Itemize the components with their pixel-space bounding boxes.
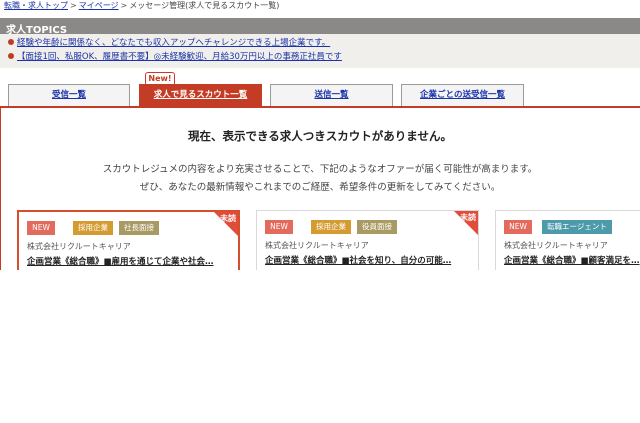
breadcrumb-mypage-link[interactable]: マイページ — [79, 1, 119, 10]
offer-card[interactable]: NEW 転職エージェント 株式会社リクルートキャリア 企画営業《総合職》■顧客満… — [495, 210, 640, 270]
breadcrumb-top-link[interactable]: 転職・求人トップ — [4, 1, 68, 10]
company-name: 株式会社リクルートキャリア — [27, 242, 131, 251]
tab-sent[interactable]: 送信一覧 — [270, 84, 393, 106]
topic-item: 経験や年齢に関係なく、どなたでも収入アップへチャレンジできる上場企業です。 — [8, 38, 330, 49]
tab-label: 受信一覧 — [51, 90, 86, 100]
breadcrumb-current: メッセージ管理(求人で見るスカウト一覧) — [129, 1, 280, 10]
tab-label: 求人で見るスカウト一覧 — [153, 90, 248, 100]
tag-interview: 役員面接 — [357, 220, 397, 234]
topic-link[interactable]: 経験や年齢に関係なく、どなたでも収入アップへチャレンジできる上場企業です。 — [17, 38, 330, 48]
bullet-icon — [8, 39, 14, 45]
empty-message-text: ぜひ、あなたの最新情報やこれまでのご経歴、希望条件の更新をしてみてください。 — [139, 182, 501, 193]
company-name: 株式会社リクルートキャリア — [265, 241, 369, 250]
job-title-link[interactable]: 企画営業《総合職》■顧客満足を… — [504, 254, 640, 266]
job-title-link[interactable]: 企画営業《総合職》■雇用を通じて企業や社会… — [27, 255, 238, 267]
new-tag: NEW — [504, 220, 532, 234]
topic-item: 【面接1回、私服OK、履歴書不要】◎未経験歓迎、月給30万円以上の事務正社員です — [8, 52, 342, 63]
breadcrumb-separator: > — [120, 1, 128, 10]
unread-label: 未読 — [460, 213, 476, 222]
offer-card[interactable]: NEW 採用企業 社長面接 未読 株式会社リクルートキャリア 企画営業《総合職》… — [17, 210, 240, 270]
tag-hiring-company: 採用企業 — [73, 221, 113, 235]
breadcrumb-separator: > — [70, 1, 77, 10]
breadcrumb: 転職・求人トップ > マイページ > メッセージ管理(求人で見るスカウト一覧) — [4, 1, 279, 11]
tab-by-company[interactable]: 企業ごとの送受信一覧 — [401, 84, 524, 106]
offer-card[interactable]: NEW 採用企業 役員面接 未読 株式会社リクルートキャリア 企画営業《総合職》… — [256, 210, 479, 270]
job-title-link[interactable]: 企画営業《総合職》■社会を知り、自分の可能… — [265, 254, 478, 266]
bullet-icon — [8, 53, 14, 59]
new-tag: NEW — [265, 220, 293, 234]
empty-message-text: スカウトレジュメの内容をより充実させることで、下記のようなオファーが届く可能性が… — [102, 164, 538, 175]
tab-label: 企業ごとの送受信一覧 — [420, 90, 505, 100]
unread-label: 未読 — [220, 214, 236, 223]
topics-header: 求人TOPICS — [0, 18, 640, 36]
tag-interview: 社長面接 — [119, 221, 159, 235]
empty-message-title: 現在、表示できる求人つきスカウトがありません。 — [188, 129, 452, 143]
topic-link[interactable]: 【面接1回、私服OK、履歴書不要】◎未経験歓迎、月給30万円以上の事務正社員です — [17, 52, 342, 62]
tab-inbox[interactable]: 受信一覧 — [8, 84, 130, 106]
tab-label: 送信一覧 — [314, 90, 349, 100]
message-tabs: 受信一覧 求人で見るスカウト一覧 送信一覧 企業ごとの送受信一覧 — [0, 84, 640, 106]
tag-hiring-company: 採用企業 — [311, 220, 351, 234]
tag-agent: 転職エージェント — [542, 220, 612, 234]
new-tag: NEW — [27, 221, 55, 235]
topics-list: 経験や年齢に関係なく、どなたでも収入アップへチャレンジできる上場企業です。 【面… — [0, 34, 640, 68]
tab-scout-by-job[interactable]: 求人で見るスカウト一覧 — [139, 84, 262, 106]
company-name: 株式会社リクルートキャリア — [504, 241, 608, 250]
